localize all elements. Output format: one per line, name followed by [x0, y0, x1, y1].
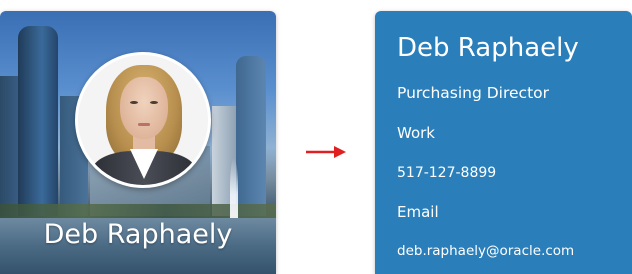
avatar	[75, 52, 211, 188]
work-label: Work	[397, 124, 435, 142]
front-card-name: Deb Raphaely	[43, 219, 233, 250]
email-label: Email	[397, 203, 439, 221]
background-building	[18, 26, 58, 216]
arrow-right-icon	[306, 146, 346, 158]
back-card-name: Deb Raphaely	[397, 33, 579, 63]
background-building	[236, 56, 266, 216]
back-card[interactable]: Deb Raphaely Purchasing Director Work 51…	[375, 11, 632, 274]
email-address: deb.raphaely@oracle.com	[397, 243, 575, 259]
job-title: Purchasing Director	[397, 84, 550, 102]
phone-number: 517-127-8899	[397, 165, 497, 181]
front-card[interactable]: Deb Raphaely	[0, 11, 276, 274]
background-fountain	[230, 158, 238, 218]
